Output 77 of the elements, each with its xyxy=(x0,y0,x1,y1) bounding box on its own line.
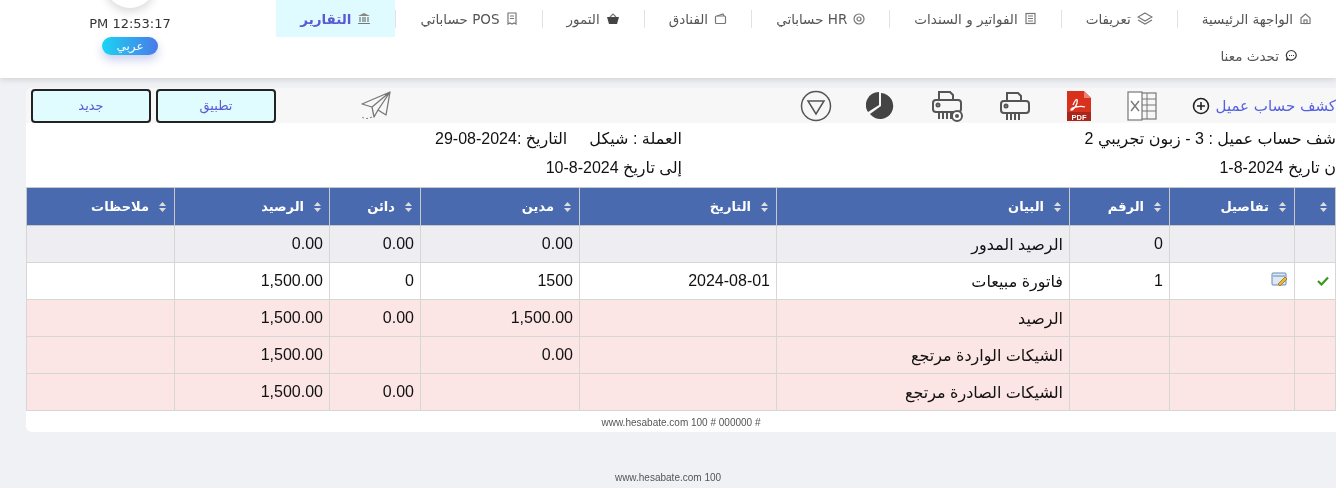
table-cell: 1500 xyxy=(420,262,580,300)
sort-icon[interactable] xyxy=(1154,201,1161,212)
table-cell: 0.00 xyxy=(329,225,421,263)
add-icon[interactable] xyxy=(1191,96,1210,115)
table-cell: 1,500.00 xyxy=(420,299,580,337)
table-cell: الرصيد xyxy=(776,299,1070,337)
table-cell: 2024-08-01 xyxy=(579,262,777,300)
page-footer: www.hesabate.com 100 xyxy=(614,472,722,483)
table-cell: الشيكات الصادرة مرتجع xyxy=(776,373,1070,411)
filter-icon[interactable] xyxy=(799,89,832,122)
sort-icon[interactable] xyxy=(405,201,412,212)
spreadsheet-icon[interactable] xyxy=(1125,89,1158,122)
nav-tab[interactable]: الفنادق xyxy=(644,0,752,37)
nav-item[interactable]: تحدث معنا xyxy=(1196,37,1322,74)
report-date: التاريخ :2024-08-29 xyxy=(435,129,568,148)
table-cell: 0.00 xyxy=(420,336,580,374)
column-header[interactable]: التاريخ xyxy=(579,187,777,226)
from-date: ن تاريخ 2024-8-1 xyxy=(1218,158,1336,177)
chat-icon xyxy=(1285,49,1298,62)
table-cell: فاتورة مبيعات xyxy=(776,262,1070,300)
report-title: كشف حساب عميل xyxy=(1215,96,1336,115)
layers-icon xyxy=(1136,12,1153,25)
column-header[interactable]: ملاحظات xyxy=(26,187,175,226)
table-cell: 0.00 xyxy=(174,225,330,263)
nav-tab[interactable]: التقارير xyxy=(276,0,396,37)
sort-icon[interactable] xyxy=(1279,201,1286,212)
printer-icon[interactable] xyxy=(997,89,1032,122)
clock: PM 12:53:17 xyxy=(89,16,171,31)
column-header[interactable]: تفاصيل xyxy=(1169,187,1295,226)
pie-chart-icon[interactable] xyxy=(865,90,896,121)
table-cell: 0.00 xyxy=(329,299,421,337)
printer-settings-icon[interactable] xyxy=(929,88,964,123)
nav-tab[interactable]: تعريفات xyxy=(1061,0,1177,37)
column-header[interactable]: دائن xyxy=(329,187,421,226)
table-cell: 1,500.00 xyxy=(174,262,330,300)
sort-icon[interactable] xyxy=(1054,201,1061,212)
nav-tab[interactable]: حساباتي HR xyxy=(752,0,890,37)
table-cell: 1,500.00 xyxy=(174,373,330,411)
table-cell: 0.00 xyxy=(329,373,421,411)
table-cell: الشيكات الواردة مرتجع xyxy=(776,336,1070,374)
sort-icon[interactable] xyxy=(314,201,321,212)
table-cell: 0.00 xyxy=(420,225,580,263)
table-cell: 1 xyxy=(1069,262,1170,300)
language-button[interactable]: عربي xyxy=(102,37,158,55)
basket-icon xyxy=(605,12,620,25)
table-cell: 0 xyxy=(1069,225,1170,263)
bank-icon xyxy=(357,12,372,25)
action-button[interactable]: تطبيق xyxy=(156,88,276,123)
sort-icon[interactable] xyxy=(564,201,571,212)
footer-text: www.hesabate.com 100 # 000000 # xyxy=(600,416,762,428)
edit-icon[interactable] xyxy=(1271,272,1288,286)
document-icon xyxy=(1023,12,1037,25)
receipt-icon xyxy=(505,12,518,25)
customer-info: شف حساب عميل : 3 - زبون تجريبي 2 xyxy=(1083,129,1336,148)
action-button[interactable]: جديد xyxy=(31,88,151,123)
nav-tab[interactable]: الواجهة الرئيسية xyxy=(1177,0,1336,37)
to-date: إلى تاريخ 2024-8-10 xyxy=(544,158,682,177)
send-icon[interactable] xyxy=(360,89,392,122)
column-header[interactable]: البيان xyxy=(776,187,1070,226)
sort-icon[interactable] xyxy=(761,201,768,212)
house-icon xyxy=(1299,12,1312,25)
nav-tab[interactable]: التمور xyxy=(542,0,644,37)
table-cell: الرصيد المدور xyxy=(776,225,1070,263)
nav-tab[interactable]: الفواتير و السندات xyxy=(890,0,1061,37)
table-cell: 0 xyxy=(329,262,421,300)
column-header[interactable] xyxy=(1294,187,1336,226)
target-icon xyxy=(853,12,866,25)
table-cell: 1,500.00 xyxy=(174,336,330,374)
sort-icon[interactable] xyxy=(1320,201,1327,212)
nav-tab[interactable]: حساباتي POS xyxy=(396,0,542,37)
column-header[interactable]: مدين xyxy=(420,187,580,226)
sort-icon[interactable] xyxy=(159,201,166,212)
currency-info: العملة : شيكل xyxy=(589,129,682,148)
table-cell: 1,500.00 xyxy=(174,299,330,337)
column-header[interactable]: الرقم xyxy=(1069,187,1170,226)
column-header[interactable]: الرصيد xyxy=(174,187,330,226)
wallet-icon xyxy=(714,12,728,25)
